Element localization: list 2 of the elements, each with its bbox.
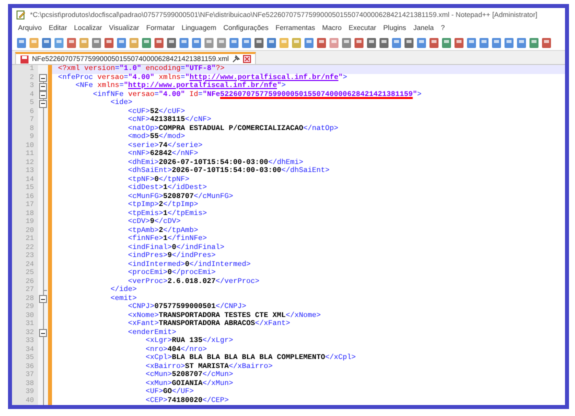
pin-icon[interactable] xyxy=(232,55,240,63)
close-icon[interactable] xyxy=(242,55,251,63)
